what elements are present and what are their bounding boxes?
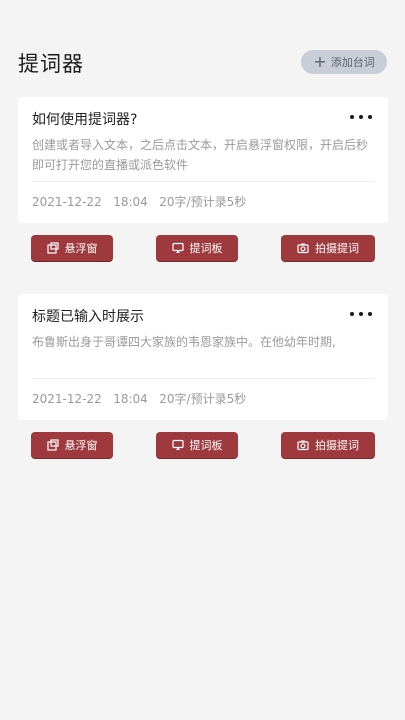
script-actions: 悬浮窗 提词板 拍摄提词 — [0, 235, 405, 261]
script-meta: 2021-12-22 18:04 20字/预计录5秒 — [32, 193, 246, 210]
camera-icon — [297, 243, 309, 254]
teleprompter-board-button[interactable]: 提词板 — [156, 432, 238, 458]
card-divider — [32, 181, 374, 182]
script-body: 布鲁斯出身于哥谭四大家族的韦恩家族中。在他幼年时期, — [32, 335, 336, 349]
card-divider — [32, 378, 374, 379]
record-prompt-label: 拍摄提词 — [315, 242, 359, 255]
floating-window-label: 悬浮窗 — [64, 439, 98, 452]
plus-icon: + — [313, 52, 327, 71]
script-body: 创建或者导入文本，之后点击文本，开启悬浮窗权限，开启后秒即可打开您的直播或派色软… — [32, 138, 369, 172]
script-time: 18:04 — [113, 392, 148, 406]
script-meta: 2021-12-22 18:04 20字/预计录5秒 — [32, 390, 246, 407]
script-card[interactable]: 标题已输入时展示 布鲁斯出身于哥谭四大家族的韦恩家族中。在他幼年时期, 2021… — [18, 294, 388, 420]
teleprompter-board-button[interactable]: 提词板 — [156, 235, 238, 261]
teleprompter-board-label: 提词板 — [189, 439, 223, 452]
app-screen: 提词器 + 添加台词 如何使用提词器? 创建或者导入文本，之后点击文本，开启悬浮… — [0, 0, 405, 720]
script-title: 如何使用提词器? — [32, 112, 138, 128]
camera-icon — [297, 440, 309, 451]
script-date: 2021-12-22 — [32, 392, 102, 406]
monitor-icon — [171, 439, 184, 450]
floating-window-label: 悬浮窗 — [64, 242, 98, 255]
floating-window-icon — [46, 439, 59, 451]
more-options-icon[interactable] — [350, 115, 372, 121]
script-title: 标题已输入时展示 — [32, 309, 144, 325]
header: 提词器 + 添加台词 — [0, 40, 405, 84]
teleprompter-board-label: 提词板 — [189, 242, 223, 255]
record-prompt-button[interactable]: 拍摄提词 — [281, 235, 375, 261]
monitor-icon — [171, 242, 184, 253]
floating-window-button[interactable]: 悬浮窗 — [31, 432, 113, 458]
add-script-button[interactable]: + 添加台词 — [301, 50, 387, 74]
script-stats: 20字/预计录5秒 — [159, 392, 247, 406]
record-prompt-button[interactable]: 拍摄提词 — [281, 432, 375, 458]
script-time: 18:04 — [113, 195, 148, 209]
floating-window-icon — [46, 242, 59, 254]
more-options-icon[interactable] — [350, 312, 372, 318]
script-stats: 20字/预计录5秒 — [159, 195, 247, 209]
record-prompt-label: 拍摄提词 — [315, 439, 359, 452]
script-card[interactable]: 如何使用提词器? 创建或者导入文本，之后点击文本，开启悬浮窗权限，开启后秒即可打… — [18, 97, 388, 223]
script-actions: 悬浮窗 提词板 拍摄提词 — [0, 432, 405, 458]
floating-window-button[interactable]: 悬浮窗 — [31, 235, 113, 261]
add-script-label: 添加台词 — [330, 56, 375, 69]
script-date: 2021-12-22 — [32, 195, 102, 209]
page-title: 提词器 — [18, 52, 84, 76]
